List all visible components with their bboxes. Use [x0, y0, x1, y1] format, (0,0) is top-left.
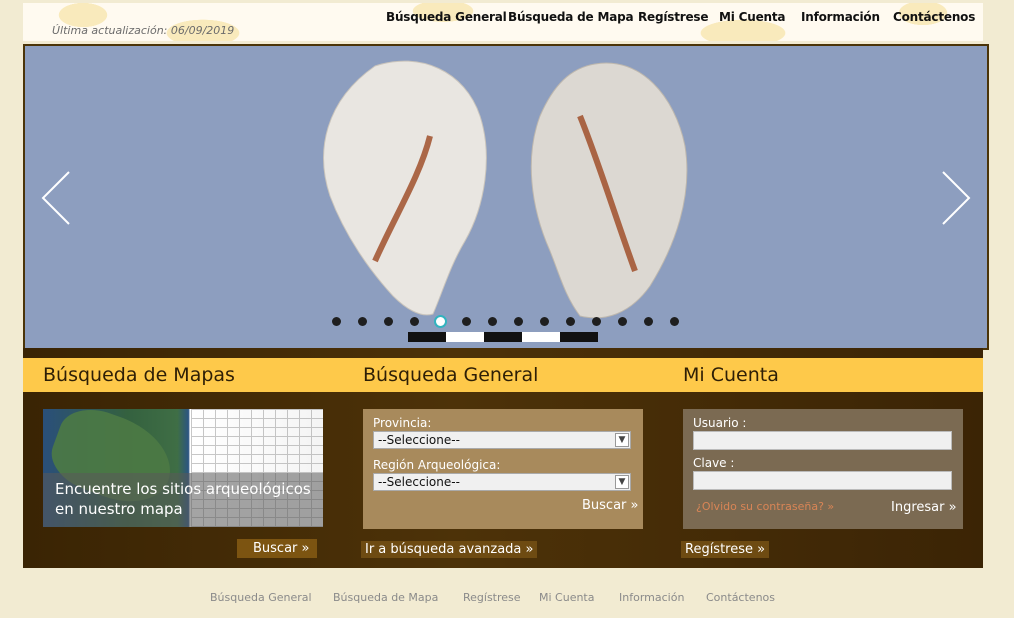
region-select-value: --Seleccione-- — [378, 475, 460, 489]
forgot-password-link[interactable]: ¿Olvido su contraseña? » — [696, 500, 834, 513]
slider-dot[interactable] — [332, 317, 341, 326]
slider-dot[interactable] — [540, 317, 549, 326]
slider-dot[interactable] — [358, 317, 367, 326]
scale-bar — [408, 332, 598, 342]
slider-prev-arrow[interactable] — [39, 168, 79, 228]
slider-dot[interactable] — [434, 315, 447, 328]
slider-dot[interactable] — [670, 317, 679, 326]
chevron-down-icon: ▼ — [615, 475, 629, 489]
site-header: Última actualización: 06/09/2019 Búsqued… — [23, 3, 983, 41]
map-caption-line2: en nuestro mapa — [55, 500, 183, 518]
general-search-button[interactable]: Buscar » — [582, 498, 638, 513]
slider-dot[interactable] — [592, 317, 601, 326]
nav-contactenos[interactable]: Contáctenos — [893, 10, 975, 24]
account-section-title: Mi Cuenta — [683, 364, 779, 386]
nav-mi-cuenta[interactable]: Mi Cuenta — [719, 10, 786, 24]
slider-dot[interactable] — [644, 317, 653, 326]
image-slider — [23, 44, 989, 350]
footer-informacion[interactable]: Información — [619, 591, 684, 604]
chevron-left-icon — [41, 171, 70, 225]
province-label: Provincia: — [373, 416, 432, 430]
nav-busqueda-de-mapa[interactable]: Búsqueda de Mapa — [508, 10, 634, 24]
nav-busqueda-general[interactable]: Búsqueda General — [386, 10, 507, 24]
slider-dot[interactable] — [566, 317, 575, 326]
chevron-down-icon: ▼ — [615, 433, 629, 447]
top-navigation: Búsqueda General Búsqueda de Mapa Regíst… — [23, 10, 983, 30]
register-link[interactable]: Regístrese » — [681, 541, 770, 558]
slider-next-arrow[interactable] — [933, 168, 973, 228]
footer-registrese[interactable]: Regístrese — [463, 591, 521, 604]
slider-dot[interactable] — [618, 317, 627, 326]
slider-dot[interactable] — [488, 317, 497, 326]
map-search-button[interactable]: Buscar » — [237, 539, 318, 558]
province-select[interactable]: --Seleccione-- ▼ — [373, 431, 631, 449]
slider-dots — [25, 315, 987, 329]
slider-dot[interactable] — [462, 317, 471, 326]
region-select[interactable]: --Seleccione-- ▼ — [373, 473, 631, 491]
nav-informacion[interactable]: Información — [801, 10, 880, 24]
province-select-value: --Seleccione-- — [378, 433, 460, 447]
advanced-search-link[interactable]: Ir a búsqueda avanzada » — [361, 541, 538, 558]
nav-registrese[interactable]: Regístrese — [638, 10, 709, 24]
map-thumbnail[interactable]: Encuentre los sitios arqueológicos en nu… — [43, 409, 323, 527]
footer-busqueda-de-mapa[interactable]: Búsqueda de Mapa — [333, 591, 438, 604]
slider-dot[interactable] — [410, 317, 419, 326]
footer-busqueda-general[interactable]: Búsqueda General — [210, 591, 312, 604]
slider-dot[interactable] — [384, 317, 393, 326]
map-caption-line1: Encuentre los sitios arqueológicos — [55, 480, 311, 498]
general-section-title: Búsqueda General — [363, 364, 539, 386]
username-input[interactable] — [693, 431, 952, 450]
slide-image-artifacts — [323, 60, 688, 319]
login-form: Usuario : Clave : ¿Olvido su contraseña?… — [683, 409, 963, 529]
search-panel: Búsqueda de Mapas Búsqueda General Mi Cu… — [23, 348, 983, 568]
slider-dot[interactable] — [514, 317, 523, 326]
general-search-form: Provincia: --Seleccione-- ▼ Región Arque… — [363, 409, 643, 529]
footer-mi-cuenta[interactable]: Mi Cuenta — [539, 591, 595, 604]
footer-contactenos[interactable]: Contáctenos — [706, 591, 775, 604]
password-label: Clave : — [693, 456, 735, 470]
map-caption: Encuentre los sitios arqueológicos en nu… — [43, 473, 323, 527]
password-input[interactable] — [693, 471, 952, 490]
login-button[interactable]: Ingresar » — [891, 500, 957, 515]
region-label: Región Arqueológica: — [373, 458, 501, 472]
user-label: Usuario : — [693, 416, 747, 430]
maps-section-title: Búsqueda de Mapas — [43, 364, 235, 386]
chevron-right-icon — [942, 171, 971, 225]
